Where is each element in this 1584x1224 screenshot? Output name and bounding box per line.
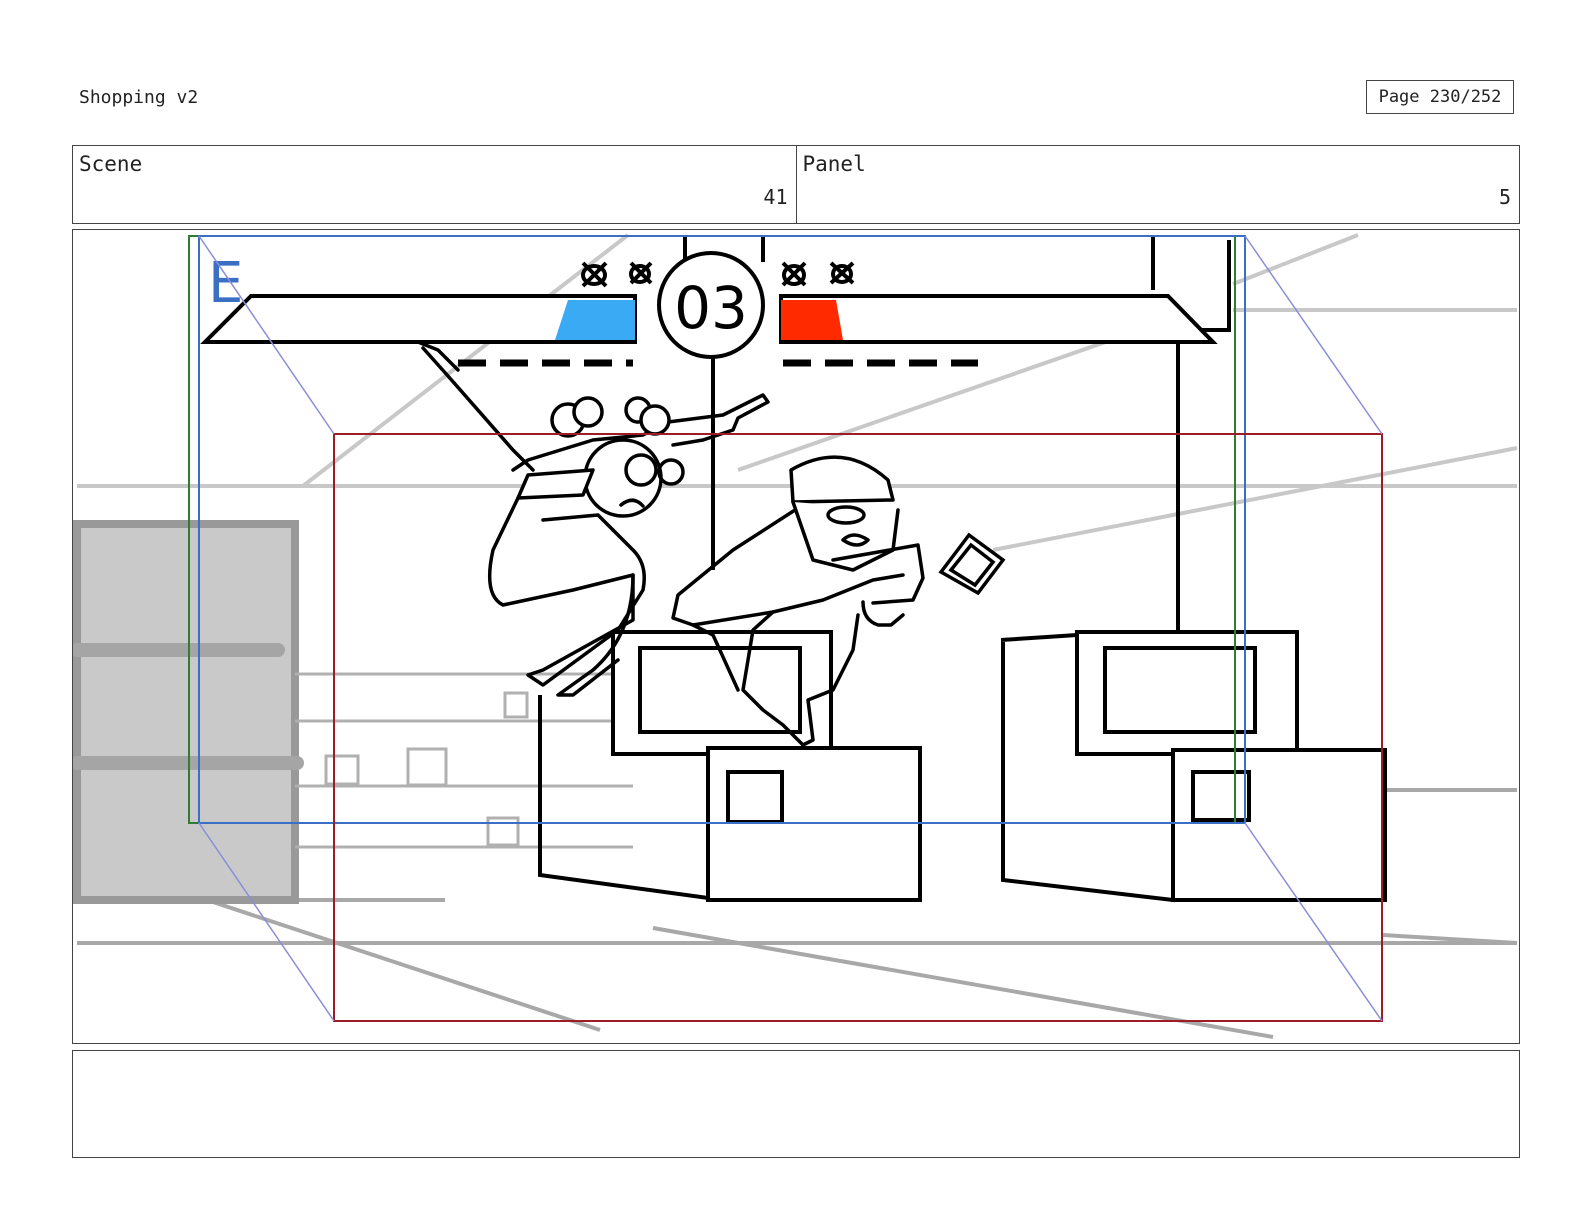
hud-counter: 03 [674, 274, 748, 342]
camera-move-arrows [198, 235, 1383, 1022]
corner-letter: E [208, 251, 243, 316]
scene-label: Scene [79, 152, 143, 176]
storyboard-panel: 03 E [72, 229, 1520, 1044]
left-shelf [73, 520, 633, 904]
thrown-box [938, 532, 1006, 596]
panel-cell: Panel 5 [795, 146, 1520, 223]
document-title: Shopping v2 [79, 87, 199, 108]
counters [538, 630, 1387, 903]
scene-cell: Scene 41 [73, 146, 796, 223]
panel-number: 5 [1498, 185, 1511, 209]
right-meter-fill [781, 300, 843, 340]
scene-number: 41 [763, 185, 788, 209]
panel-label: Panel [802, 152, 866, 176]
notes-box [72, 1050, 1520, 1158]
scene-panel-info: Scene 41 Panel 5 [72, 145, 1520, 224]
left-meter-fill [555, 300, 635, 340]
page-indicator: Page 230/252 [1366, 80, 1514, 114]
storyboard-sketch: 03 E [73, 233, 1518, 1039]
